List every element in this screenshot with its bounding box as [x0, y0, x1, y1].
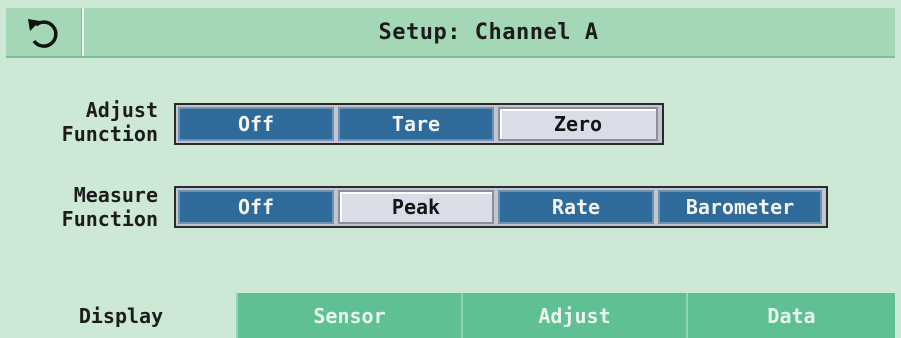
adjust-label-line1: Adjust — [85, 98, 158, 122]
tab-sensor[interactable]: Sensor — [236, 293, 461, 338]
setup-screen: Setup: Channel A Adjust Function Off Tar… — [0, 0, 901, 338]
measure-rate-button[interactable]: Rate — [498, 190, 654, 224]
adjust-off-button[interactable]: Off — [178, 107, 334, 141]
bottom-tab-bar: Display Sensor Adjust Data — [6, 293, 895, 338]
measure-barometer-button[interactable]: Barometer — [658, 190, 822, 224]
tab-data[interactable]: Data — [686, 293, 895, 338]
page-title: Setup: Channel A — [378, 19, 599, 45]
tab-adjust[interactable]: Adjust — [461, 293, 686, 338]
adjust-label-line2: Function — [61, 122, 158, 146]
measure-label-line2: Function — [61, 207, 158, 231]
measure-function-group: Off Peak Rate Barometer — [174, 186, 828, 228]
adjust-function-label: Adjust Function — [40, 98, 158, 146]
measure-function-label: Measure Function — [40, 183, 158, 231]
adjust-zero-button[interactable]: Zero — [498, 107, 658, 141]
adjust-tare-button[interactable]: Tare — [338, 107, 494, 141]
measure-peak-button[interactable]: Peak — [338, 190, 494, 224]
measure-label-line1: Measure — [73, 183, 158, 207]
adjust-function-group: Off Tare Zero — [174, 103, 664, 145]
measure-off-button[interactable]: Off — [178, 190, 334, 224]
tab-display[interactable]: Display — [6, 293, 236, 338]
back-button[interactable] — [6, 8, 84, 56]
back-arrow-icon — [28, 19, 58, 48]
